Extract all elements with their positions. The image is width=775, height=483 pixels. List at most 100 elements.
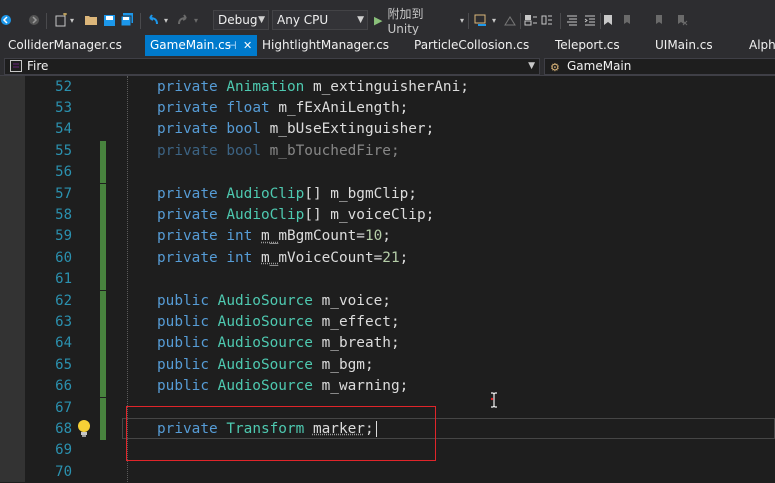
- punctuation: ;: [400, 250, 409, 266]
- code-line[interactable]: 61: [0, 269, 775, 290]
- lightbulb-icon[interactable]: [76, 419, 92, 439]
- toolbar-separator: [520, 13, 521, 29]
- save-all-icon[interactable]: [120, 5, 134, 35]
- tab-collider-manager[interactable]: ColliderManager.cs: [8, 35, 122, 56]
- tab-label: ColliderManager.cs: [8, 38, 122, 52]
- keyword: private: [157, 228, 218, 244]
- toolbar-separator: [468, 13, 469, 29]
- project-name: Fire: [27, 59, 48, 73]
- code-line[interactable]: 64 public AudioSource m_breath;: [0, 333, 775, 354]
- type-name: AudioSource: [218, 335, 313, 351]
- configuration-select[interactable]: Debug ▼: [213, 10, 269, 30]
- code-line[interactable]: 60 private int m_mVoiceCount=21;: [0, 248, 775, 269]
- member-dropdown[interactable]: ⚙ GameMain: [544, 58, 775, 75]
- code-editor[interactable]: 52 private Animation m_extinguisherAni; 53…: [0, 76, 775, 482]
- open-folder-icon[interactable]: [84, 5, 98, 35]
- keyword: public: [157, 335, 209, 351]
- code-text: private bool m_bUseExtinguisher;: [157, 119, 434, 140]
- chevron-down-icon: ▾: [460, 16, 464, 25]
- identifier: mBgmCount=: [278, 228, 365, 244]
- code-text: public AudioSource m_warning;: [157, 376, 408, 397]
- play-icon: ▶: [374, 14, 382, 27]
- code-line[interactable]: 57 private AudioClip[] m_bgmClip;: [0, 184, 775, 205]
- tab-label: GameMain.cs: [150, 38, 231, 52]
- solution-explorer-icon[interactable]: [524, 5, 538, 35]
- platform-value: Any CPU: [277, 13, 328, 27]
- redo-icon[interactable]: [176, 5, 190, 35]
- close-icon[interactable]: ✕: [243, 35, 252, 56]
- code-line[interactable]: 52 private Animation m_extinguisherAni;: [0, 77, 775, 98]
- tab-teleport[interactable]: Teleport.cs: [555, 35, 620, 56]
- clear-bookmarks-icon[interactable]: [676, 5, 688, 35]
- code-line[interactable]: 59 private int m_mBgmCount=10;: [0, 226, 775, 247]
- identifier-squiggle: m_: [261, 228, 278, 244]
- browser-link-icon[interactable]: [474, 5, 488, 35]
- code-line[interactable]: 55 private bool m_bTouchedFire;: [0, 141, 775, 162]
- tab-ui-main[interactable]: UIMain.cs: [655, 35, 713, 56]
- toolbar-separator: [140, 13, 141, 29]
- toolbar-separator: [46, 13, 47, 29]
- keyword: private: [157, 186, 218, 202]
- undo-icon[interactable]: [146, 5, 160, 35]
- line-number: 70: [28, 462, 72, 483]
- code-line[interactable]: 65 public AudioSource m_bgm;: [0, 355, 775, 376]
- indent-icon[interactable]: [584, 5, 596, 35]
- prev-bookmark-icon[interactable]: [622, 5, 634, 35]
- code-line[interactable]: 58 private AudioClip[] m_voiceClip;: [0, 205, 775, 226]
- line-number: 56: [28, 162, 72, 183]
- code-line[interactable]: 63 public AudioSource m_effect;: [0, 312, 775, 333]
- platform-select[interactable]: Any CPU ▼: [272, 10, 368, 30]
- tab-label: UIMain.cs: [655, 38, 713, 52]
- code-line[interactable]: 62 public AudioSource m_voice;: [0, 291, 775, 312]
- tab-hightlight-manager[interactable]: HightlightManager.cs: [262, 35, 389, 56]
- code-line[interactable]: 54 private bool m_bUseExtinguisher;: [0, 119, 775, 140]
- toolbar-tool-icon[interactable]: [504, 5, 516, 35]
- new-project-icon[interactable]: [54, 5, 68, 35]
- line-number: 54: [28, 119, 72, 140]
- code-line[interactable]: 66 public AudioSource m_warning;: [0, 376, 775, 397]
- document-tabs: ColliderManager.cs GameMain.cs ⊣ ✕ Hight…: [0, 35, 775, 58]
- tab-label: HightlightManager.cs: [262, 38, 389, 52]
- identifier: m_voice;: [313, 293, 391, 309]
- line-number: 65: [28, 355, 72, 376]
- keyword: public: [157, 378, 209, 394]
- line-number: 60: [28, 248, 72, 269]
- class-icon: ⚙: [550, 60, 560, 75]
- identifier: [] m_bgmClip;: [304, 186, 417, 202]
- start-debug-button[interactable]: ▶ 附加到 Unity ▾: [374, 5, 464, 35]
- chevron-down-icon[interactable]: ▾: [162, 5, 170, 35]
- line-number: 64: [28, 333, 72, 354]
- change-marker: [100, 162, 106, 183]
- start-debug-label: 附加到 Unity: [387, 5, 454, 36]
- code-text: private AudioClip[] m_voiceClip;: [157, 205, 434, 226]
- class-view-icon[interactable]: [540, 5, 554, 35]
- pin-icon[interactable]: ⊣: [227, 35, 237, 56]
- tab-label: ParticleCollosion.cs: [414, 38, 529, 52]
- bookmark-icon[interactable]: [602, 5, 614, 35]
- type-name: AudioClip: [226, 207, 304, 223]
- tab-alpha[interactable]: Alpha: [749, 35, 775, 56]
- chevron-down-icon[interactable]: ▾: [490, 5, 498, 35]
- chevron-down-icon[interactable]: ▾: [192, 5, 200, 35]
- code-text: public AudioSource m_effect;: [157, 312, 400, 333]
- chevron-down-icon[interactable]: ▾: [68, 5, 76, 35]
- keyword: int: [226, 228, 252, 244]
- save-icon[interactable]: [102, 5, 116, 35]
- project-dropdown[interactable]: Fire ▼: [4, 58, 540, 75]
- tab-game-main[interactable]: GameMain.cs ⊣ ✕: [145, 35, 257, 56]
- change-marker: [100, 333, 106, 354]
- code-line[interactable]: 70: [0, 462, 775, 483]
- code-line[interactable]: 56: [0, 162, 775, 183]
- back-icon[interactable]: [0, 5, 12, 35]
- next-bookmark-icon[interactable]: [654, 5, 666, 35]
- align-icon[interactable]: [566, 5, 578, 35]
- tab-particle-collosion[interactable]: ParticleCollosion.cs: [414, 35, 529, 56]
- member-name: GameMain: [567, 59, 631, 73]
- keyword: float: [226, 100, 269, 116]
- toolbar: ▾ ▾ ▾ Debug ▼ Any CPU ▼ ▶ 附加到 Unity ▾ ▾: [0, 5, 775, 35]
- ibeam-cursor-icon: [490, 392, 498, 408]
- csharp-project-icon: [10, 60, 22, 76]
- code-line[interactable]: 53 private float m_fExAniLength;: [0, 98, 775, 119]
- code-text: private int m_mBgmCount=10;: [157, 226, 391, 247]
- forward-icon[interactable]: [28, 5, 40, 35]
